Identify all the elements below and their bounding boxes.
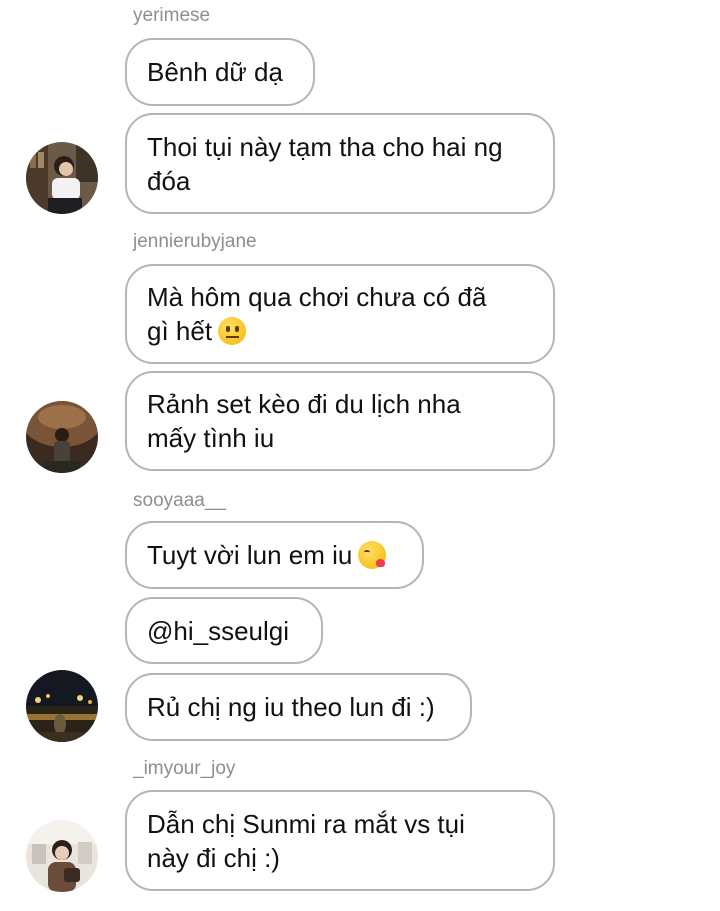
message-bubble[interactable]: Rủ chị ng iu theo lun đi :): [125, 673, 472, 741]
message-text: Dẫn chị Sunmi ra mắt vs tụi này đi chị :…: [147, 808, 465, 873]
message-bubble[interactable]: Rảnh set kèo đi du lịch nha mấy tình iu: [125, 371, 555, 471]
message-text: @hi_sseulgi: [147, 615, 290, 646]
message-bubble[interactable]: Bênh dữ dạ: [125, 38, 315, 106]
neutral-face-emoji-icon: [218, 317, 247, 345]
message-text: Bênh dữ dạ: [147, 57, 283, 87]
message-bubble[interactable]: Dẫn chị Sunmi ra mắt vs tụi này đi chị :…: [125, 790, 555, 891]
message-text: Mà hôm qua chơi chưa có đã gì hết: [147, 282, 487, 346]
kissing-face-emoji-icon: [358, 541, 387, 569]
message-text: Thoi tụi này tạm tha cho hai ng đóa: [147, 131, 503, 196]
avatar[interactable]: [26, 820, 98, 892]
avatar[interactable]: [26, 670, 98, 742]
message-text: Rảnh set kèo đi du lịch nha mấy tình iu: [147, 389, 461, 453]
sender-username[interactable]: sooyaaa__: [133, 490, 226, 512]
avatar[interactable]: [26, 142, 98, 214]
sender-username[interactable]: _imyour_joy: [133, 758, 235, 780]
message-text: Rủ chị ng iu theo lun đi :): [147, 692, 435, 722]
avatar[interactable]: [26, 401, 98, 473]
message-bubble[interactable]: Thoi tụi này tạm tha cho hai ng đóa: [125, 113, 555, 214]
message-bubble[interactable]: @hi_sseulgi: [125, 597, 323, 664]
message-text: Tuyt vời lun em iu: [147, 538, 387, 572]
message-bubble[interactable]: Tuyt vời lun em iu: [125, 521, 424, 589]
message-bubble[interactable]: Mà hôm qua chơi chưa có đã gì hết: [125, 264, 555, 364]
sender-username[interactable]: jennierubyjane: [133, 231, 257, 253]
sender-username[interactable]: yerimese: [133, 5, 210, 27]
